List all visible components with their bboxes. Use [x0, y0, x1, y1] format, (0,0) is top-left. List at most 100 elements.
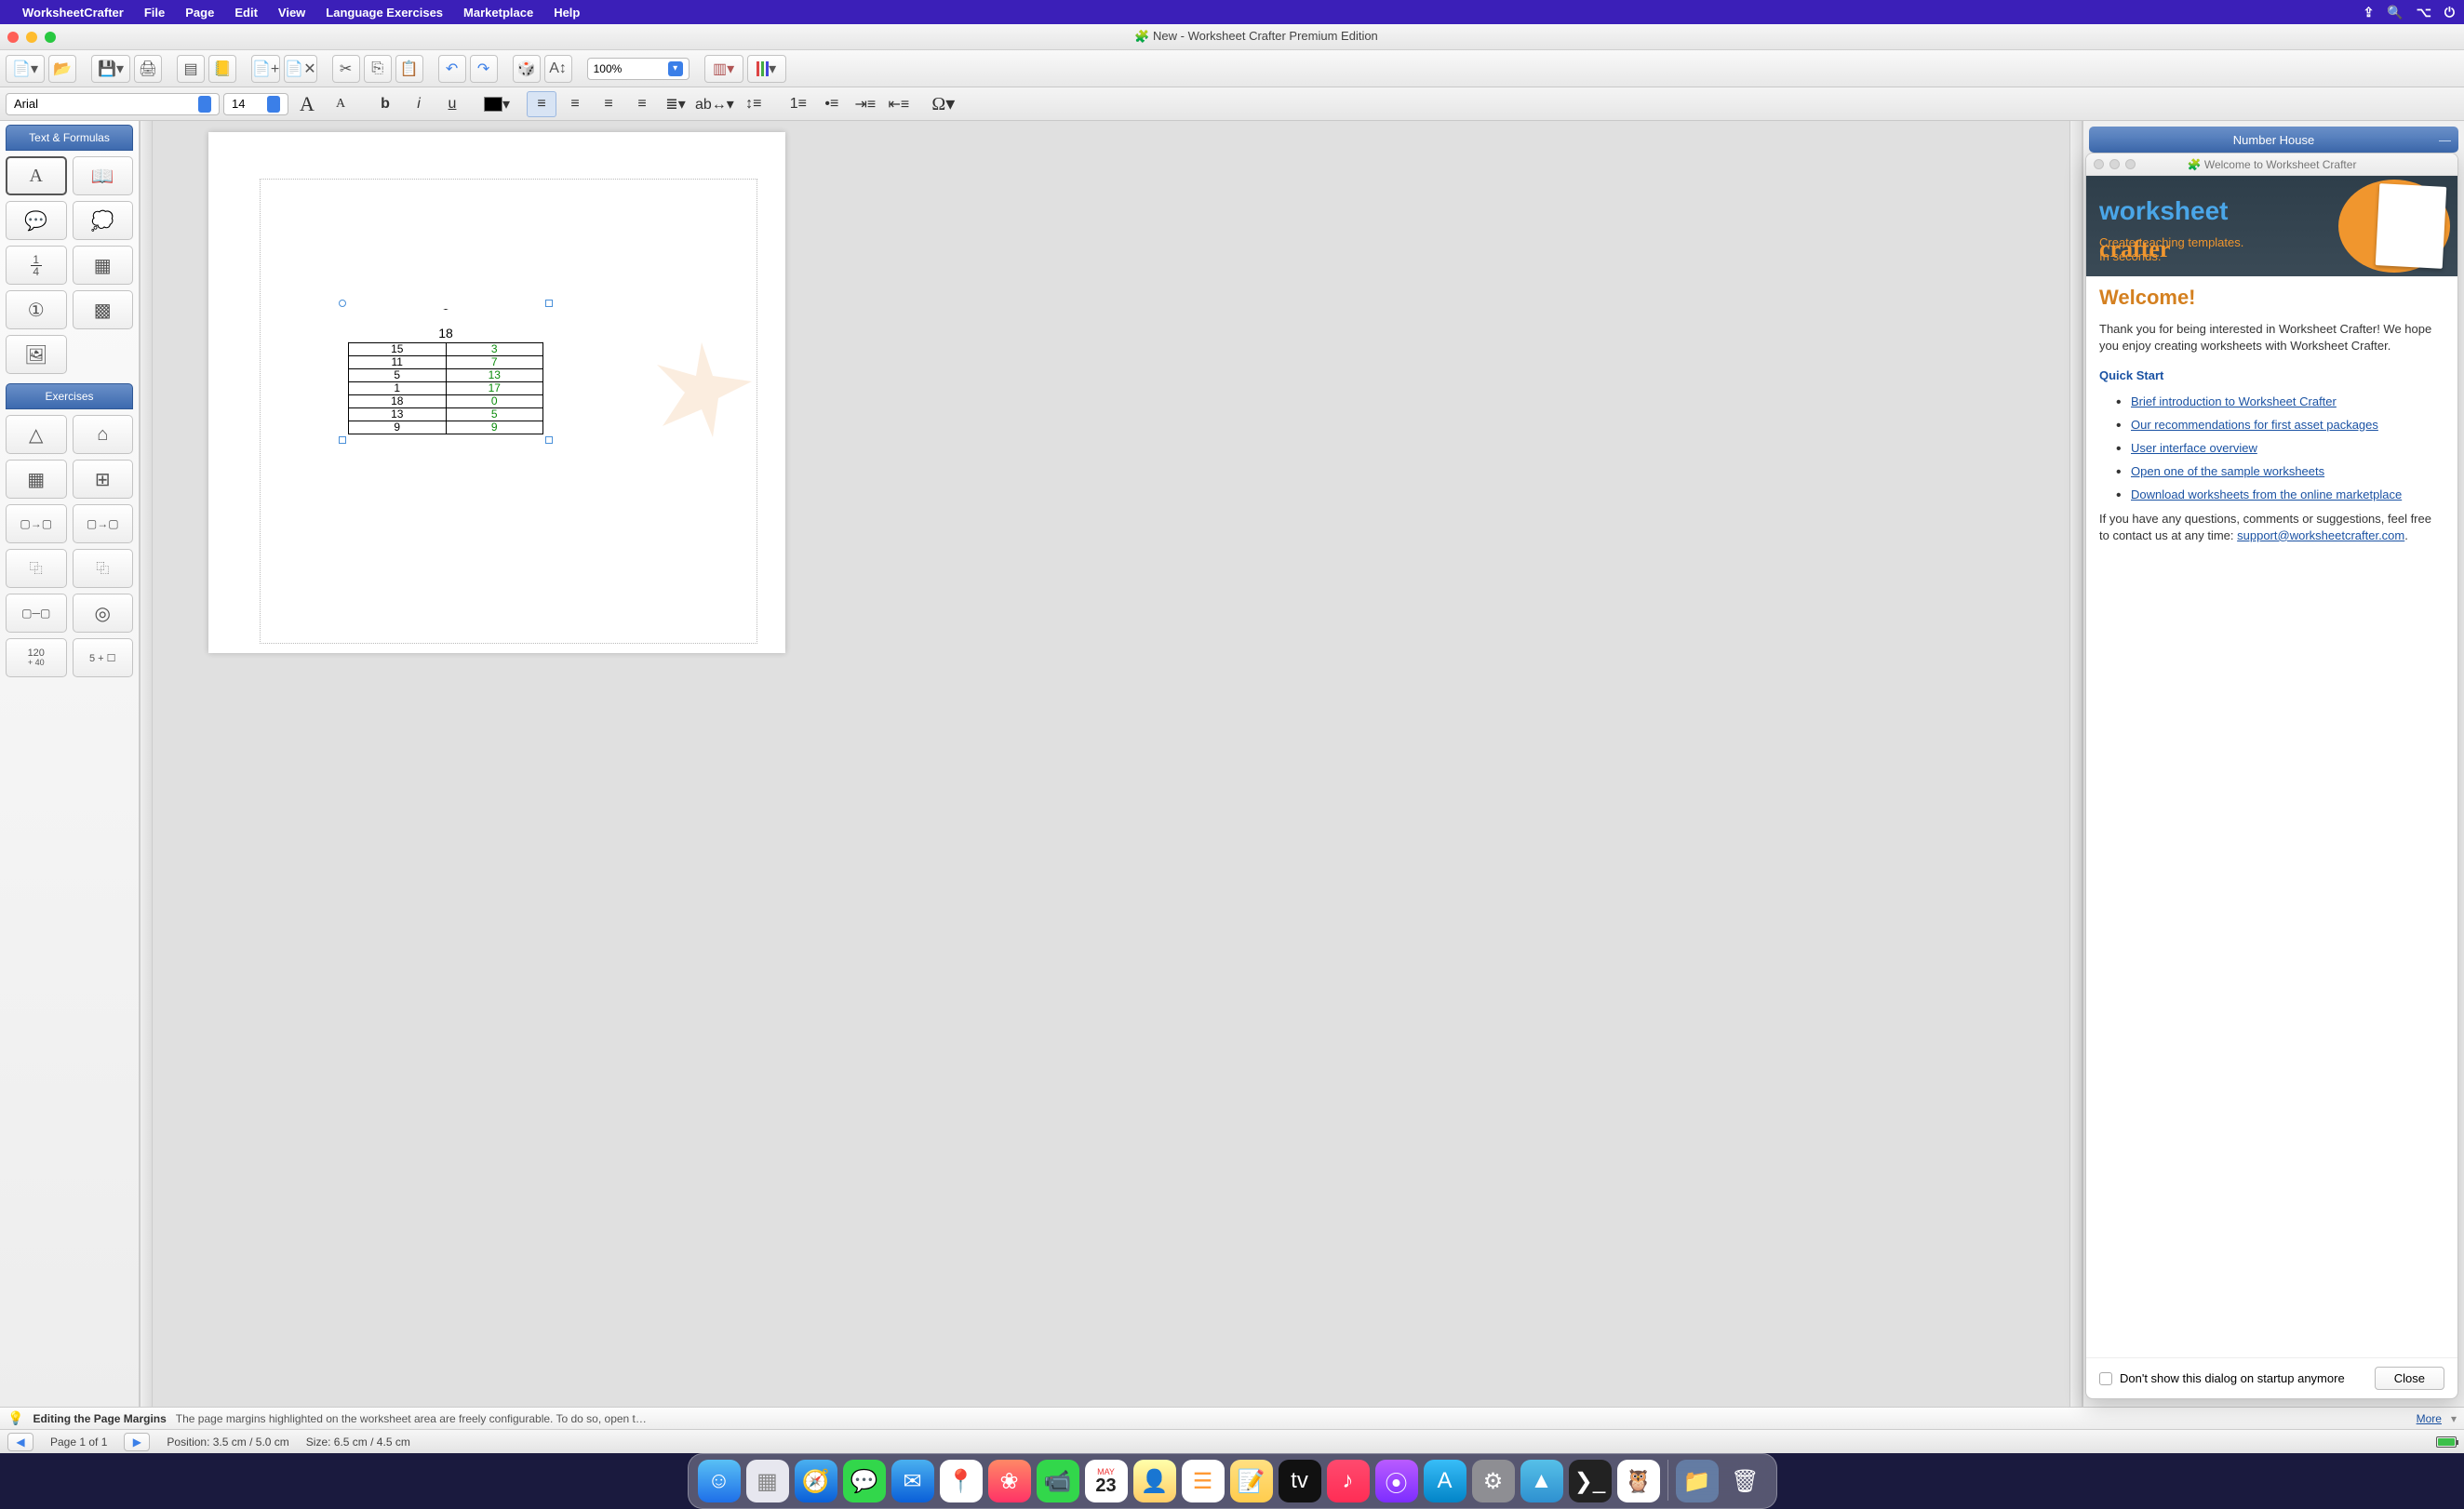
menu-help[interactable]: Help [554, 6, 580, 20]
notes-icon[interactable]: 📝 [1230, 1460, 1273, 1502]
close-window-button[interactable] [7, 32, 19, 43]
zoom-select[interactable]: 100% ▾ [587, 58, 690, 80]
reminders-icon[interactable]: ☰ [1182, 1460, 1225, 1502]
hint-more-link[interactable]: More [2417, 1412, 2442, 1425]
calendar-icon[interactable]: MAY23 [1085, 1460, 1128, 1502]
outdent-button[interactable]: ⇤≡ [884, 91, 914, 117]
messages-icon[interactable]: 💬 [843, 1460, 886, 1502]
align-center-button[interactable]: ≡ [560, 91, 590, 117]
font-size-select[interactable]: 14 [223, 93, 288, 115]
table-tool[interactable]: ▦ [73, 246, 134, 285]
sort-button[interactable]: A↕ [544, 55, 572, 83]
image-tool[interactable]: 🖼 [6, 335, 67, 374]
menu-edit[interactable]: Edit [234, 6, 258, 20]
save-button[interactable]: 💾▾ [91, 55, 130, 83]
spacing-button[interactable]: ab↔▾ [694, 91, 735, 117]
support-email-link[interactable]: support@worksheetcrafter.com [2237, 528, 2404, 542]
symbol-button[interactable]: Ω▾ [929, 91, 958, 117]
tail-tool-2[interactable]: 5 + ☐ [73, 638, 134, 677]
underline-button[interactable]: u [437, 91, 467, 117]
line-height-button[interactable]: ↕≡ [739, 91, 769, 117]
canvas-scrollbar[interactable] [2069, 121, 2082, 1407]
resize-handle[interactable] [545, 436, 553, 444]
podcasts-icon[interactable]: ⦿ [1375, 1460, 1418, 1502]
grid2-tool[interactable]: ⊞ [73, 460, 134, 499]
redo-button[interactable]: ↷ [470, 55, 498, 83]
color-bars-button[interactable]: ▾ [747, 55, 786, 83]
numbered-list-button[interactable]: 1≡ [783, 91, 813, 117]
mail-icon[interactable]: ✉ [891, 1460, 934, 1502]
qs-link-marketplace[interactable]: Download worksheets from the online mark… [2131, 487, 2402, 501]
qs-link-assets[interactable]: Our recommendations for first asset pack… [2131, 418, 2378, 432]
paste-button[interactable]: 📋 [395, 55, 423, 83]
book-tool[interactable]: 📖 [73, 156, 134, 195]
thought-bubble-tool[interactable]: 💭 [73, 201, 134, 240]
tail-tool-1[interactable]: 120+ 40 [6, 638, 67, 677]
downloads-icon[interactable]: 📁 [1676, 1460, 1719, 1502]
chain2-tool[interactable]: ▢→▢ [73, 504, 134, 543]
finder-icon[interactable]: ☺ [698, 1460, 741, 1502]
number-house-object[interactable]: 18 153 117 513 117 180 135 99 [348, 309, 543, 434]
qs-link-ui[interactable]: User interface overview [2131, 441, 2257, 455]
resize-handle[interactable] [339, 300, 346, 307]
settings-icon[interactable]: ⚙ [1472, 1460, 1515, 1502]
search-icon[interactable]: 🔍 [2387, 5, 2403, 20]
control-center-icon[interactable]: ⌥ [2417, 5, 2431, 20]
app-icon-blue[interactable]: ▲ [1520, 1460, 1563, 1502]
menu-marketplace[interactable]: Marketplace [463, 6, 533, 20]
qs-link-sample[interactable]: Open one of the sample worksheets [2131, 464, 2324, 478]
add-page-button[interactable]: 📄+ [251, 55, 280, 83]
right-panel-title[interactable]: Number House — [2089, 127, 2458, 153]
trash-icon[interactable]: 🗑 [1724, 1460, 1767, 1502]
decrease-font-button[interactable]: A [326, 91, 355, 117]
number-house-tool[interactable]: ⌂ [73, 415, 134, 454]
print-button[interactable]: 🖨 [134, 55, 162, 83]
close-button[interactable]: Close [2375, 1367, 2444, 1390]
undo-button[interactable]: ↶ [438, 55, 466, 83]
copy-button[interactable]: ⎘ [364, 55, 392, 83]
menu-page[interactable]: Page [185, 6, 214, 20]
bold-button[interactable]: b [370, 91, 400, 117]
safari-icon[interactable]: 🧭 [795, 1460, 837, 1502]
pyramid-tool[interactable]: △ [6, 415, 67, 454]
qr-code-tool[interactable]: ▩ [73, 290, 134, 329]
contacts-icon[interactable]: 👤 [1133, 1460, 1176, 1502]
grid-tool[interactable]: ▦ [6, 460, 67, 499]
launchpad-icon[interactable]: ▦ [746, 1460, 789, 1502]
fraction-tool[interactable]: 14 [6, 246, 67, 285]
panel-text-formulas[interactable]: Text & Formulas [6, 125, 133, 151]
valign-button[interactable]: ≣▾ [661, 91, 690, 117]
align-left-button[interactable]: ≡ [527, 91, 556, 117]
terminal-icon[interactable]: ❯_ [1569, 1460, 1612, 1502]
tree-tool[interactable]: ▢─▢ [6, 594, 67, 633]
chain-tool[interactable]: ▢→▢ [6, 504, 67, 543]
flowchart2-tool[interactable]: ⿻ [73, 549, 134, 588]
facetime-icon[interactable]: 📹 [1037, 1460, 1079, 1502]
minimize-icon[interactable]: — [2439, 133, 2451, 147]
power-icon[interactable]: ⏻ [2444, 5, 2455, 20]
align-justify-button[interactable]: ≡ [627, 91, 657, 117]
delete-page-button[interactable]: 📄✕ [284, 55, 316, 83]
panel-exercises[interactable]: Exercises [6, 383, 133, 409]
bullet-list-button[interactable]: •≡ [817, 91, 847, 117]
cut-button[interactable]: ✂ [332, 55, 360, 83]
speech-bubble-tool[interactable]: 💬 [6, 201, 67, 240]
menu-file[interactable]: File [144, 6, 165, 20]
upload-icon[interactable]: ⇪ [2364, 5, 2375, 20]
prev-page-button[interactable]: ◀ [7, 1433, 33, 1451]
photos-icon[interactable]: ❀ [988, 1460, 1031, 1502]
left-scrollbar[interactable] [140, 121, 153, 1407]
circled-number-tool[interactable]: ① [6, 290, 67, 329]
increase-font-button[interactable]: A [292, 91, 322, 117]
worksheetcrafter-dock-icon[interactable]: 🦉 [1617, 1460, 1660, 1502]
music-icon[interactable]: ♪ [1327, 1460, 1370, 1502]
indent-button[interactable]: ⇥≡ [850, 91, 880, 117]
text-frame-tool[interactable]: A [6, 156, 67, 195]
minimize-window-button[interactable] [26, 32, 37, 43]
dice-button[interactable]: 🎲 [513, 55, 541, 83]
menu-view[interactable]: View [278, 6, 305, 20]
resize-handle[interactable] [339, 436, 346, 444]
font-family-select[interactable]: Arial [6, 93, 220, 115]
align-distribute-button[interactable]: ▥▾ [704, 55, 743, 83]
appstore-icon[interactable]: A [1424, 1460, 1466, 1502]
